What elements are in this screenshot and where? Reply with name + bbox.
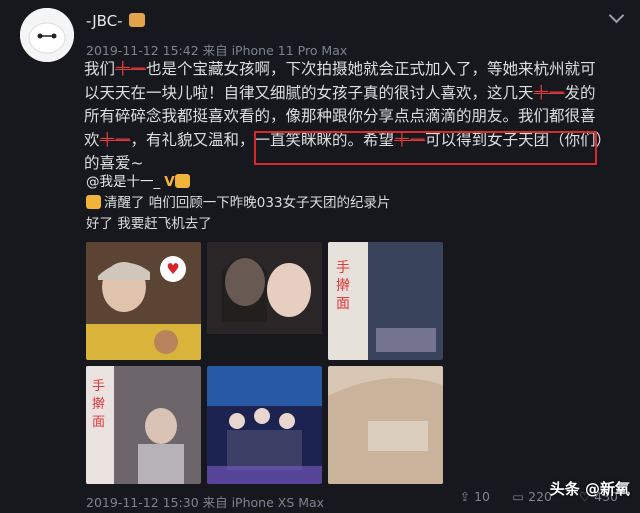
comment-button[interactable]: ▭ 220 — [512, 489, 552, 504]
repost-author[interactable]: @我是十一_ — [86, 174, 160, 190]
comment-icon: ▭ — [512, 489, 525, 504]
photo-3-image: 手 擀 面 — [328, 242, 443, 360]
photo-grid: ♥ 手 擀 面 手 擀 面 — [86, 242, 446, 487]
mention: 十一 — [533, 83, 565, 102]
photo-2-image — [207, 242, 322, 360]
weibo-post: -JBC- 2019-11-12 15:42 来自 iPhone 11 Pro … — [0, 0, 640, 513]
chevron-down-icon[interactable] — [608, 7, 625, 24]
svg-text:擀: 擀 — [336, 278, 350, 294]
photo-2[interactable] — [207, 242, 322, 360]
mention: 十一 — [115, 60, 147, 78]
svg-text:手: 手 — [92, 379, 105, 394]
repost-block: @我是十一_ V 清醒了 咱们回顾一下昨晚033女子天团的纪录片 好了 我要赶飞机… — [86, 172, 391, 235]
baymax-avatar-icon — [20, 8, 74, 62]
photo-5-image — [207, 366, 322, 484]
watermark: 头条 @新氧 — [549, 480, 630, 498]
photo-1[interactable]: ♥ — [86, 242, 201, 360]
svg-text:擀: 擀 — [92, 397, 105, 412]
verified-icon: V — [164, 174, 175, 190]
mention: 十一 — [99, 130, 131, 149]
avatar[interactable] — [20, 8, 74, 62]
beer-emoji-icon — [86, 195, 101, 209]
vip-badge-icon — [128, 13, 145, 27]
photo-6-image — [328, 366, 443, 484]
photo-4[interactable]: 手 擀 面 — [86, 366, 201, 484]
share-button[interactable]: ⇪ 10 — [460, 489, 490, 504]
repost-line1: 清醒了 咱们回顾一下昨晚033女子天团的纪录片 — [104, 195, 391, 211]
svg-text:面: 面 — [336, 296, 350, 312]
photo-1-image — [86, 242, 201, 360]
share-icon: ⇪ — [459, 489, 471, 504]
photo-3[interactable]: 手 擀 面 — [328, 242, 443, 360]
username[interactable]: -JBC- — [86, 12, 145, 30]
highlight-box — [254, 131, 597, 165]
badge-icon — [174, 174, 190, 188]
photo-5[interactable] — [207, 366, 322, 484]
heart-icon: ♥ — [160, 256, 186, 282]
photo-6[interactable] — [328, 366, 443, 484]
post-meta: 2019-11-12 15:42 来自 iPhone 11 Pro Max — [86, 43, 348, 58]
repost-line2: 好了 我要赶飞机去了 — [86, 216, 212, 232]
svg-text:面: 面 — [92, 415, 105, 430]
username-text: -JBC- — [86, 12, 123, 30]
photo-4-image: 手 擀 面 — [86, 366, 201, 484]
repost-meta: 2019-11-12 15:30 来自 iPhone XS Max — [86, 495, 325, 510]
svg-text:手: 手 — [336, 260, 350, 276]
